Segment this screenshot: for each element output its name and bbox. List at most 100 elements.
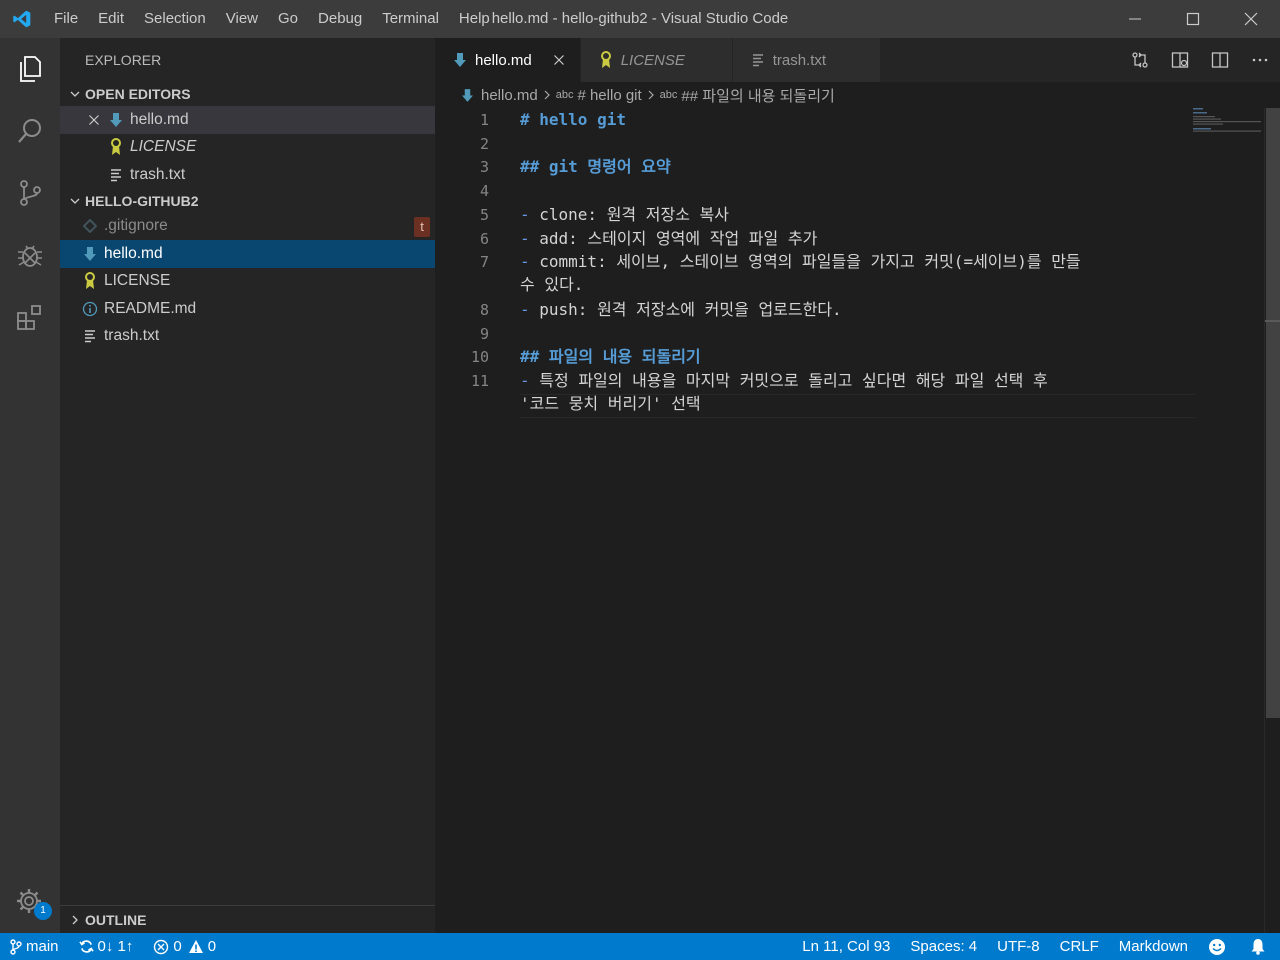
encoding-status[interactable]: UTF-8 <box>987 933 1050 960</box>
menu-edit[interactable]: Edit <box>88 0 134 38</box>
chevron-right-icon <box>646 89 656 101</box>
open-editor-item[interactable]: hello.md <box>60 106 435 134</box>
split-editor-icon <box>1211 52 1229 68</box>
menu-file[interactable]: File <box>44 0 88 38</box>
chevron-right-icon <box>66 914 84 926</box>
eol-status[interactable]: CRLF <box>1050 933 1109 960</box>
search-activity[interactable] <box>0 100 60 162</box>
file-item-hello-md[interactable]: hello.md <box>60 240 435 268</box>
line-number: 3 <box>479 158 489 176</box>
close-icon[interactable] <box>84 110 104 130</box>
menu-help[interactable]: Help <box>449 0 500 38</box>
line-number: 1 <box>479 111 489 129</box>
open-editors-header[interactable]: OPEN EDITORS <box>60 82 435 106</box>
file-item-readme[interactable]: README.md <box>60 295 435 323</box>
debug-activity[interactable] <box>0 224 60 286</box>
vertical-scrollbar[interactable] <box>1264 108 1280 933</box>
sync-icon <box>78 940 94 953</box>
extensions-activity[interactable] <box>0 286 60 348</box>
close-window-button[interactable] <box>1222 0 1280 38</box>
open-preview-button[interactable] <box>1160 38 1200 82</box>
line-number: 11 <box>470 372 489 390</box>
string-symbol-icon: abc <box>555 89 574 101</box>
text-file-icon <box>78 326 102 346</box>
explorer-activity[interactable] <box>0 38 60 100</box>
file-item-gitignore[interactable]: .gitignore t <box>60 213 435 241</box>
tab-license[interactable]: LICENSE <box>580 38 733 82</box>
tab-hello-md[interactable]: hello.md <box>435 38 581 82</box>
minimize-icon <box>1129 18 1141 20</box>
breadcrumb-symbol[interactable]: ## 파일의 내용 되돌리기 <box>681 85 834 106</box>
error-count: 0 <box>173 938 182 955</box>
open-editor-item[interactable]: LICENSE <box>60 134 435 162</box>
problems-status[interactable]: 0 0 <box>143 933 226 960</box>
breadcrumb-symbol[interactable]: # hello git <box>577 87 641 104</box>
license-icon <box>597 51 615 69</box>
files-icon <box>20 56 41 82</box>
indentation-status[interactable]: Spaces: 4 <box>900 933 987 960</box>
title-bar: File Edit Selection View Go Debug Termin… <box>0 0 1280 38</box>
tab-trash[interactable]: trash.txt <box>732 38 881 82</box>
split-editor-button[interactable] <box>1200 38 1240 82</box>
warning-count: 0 <box>207 938 217 955</box>
ellipsis-icon <box>1252 58 1268 62</box>
compare-changes-icon <box>1132 52 1148 68</box>
branch-status[interactable]: main <box>0 933 69 960</box>
line-text: ## git 명령어 요약 <box>520 157 671 176</box>
open-editor-item[interactable]: trash.txt <box>60 161 435 189</box>
line-text: commit: 세이브, 스테이브 영역의 파일들을 가지고 커밋(=세이브)를… <box>539 252 1081 271</box>
menu-selection[interactable]: Selection <box>134 0 216 38</box>
line-number: 9 <box>479 325 489 343</box>
string-symbol-icon: abc <box>659 89 678 101</box>
source-control-activity[interactable] <box>0 162 60 224</box>
tab-bar: hello.md LICENSE trash.txt <box>435 38 1280 82</box>
folder-header[interactable]: HELLO-GITHUB2 <box>60 189 435 213</box>
file-label: LICENSE <box>104 272 171 290</box>
notifications-button[interactable] <box>1240 933 1280 960</box>
feedback-button[interactable] <box>1198 933 1240 960</box>
line-number: 2 <box>479 135 489 153</box>
settings-badge: 1 <box>34 902 52 920</box>
folder-label: HELLO-GITHUB2 <box>85 192 199 209</box>
status-bar: main 0↓ 1↑ 0 0 Ln 11, Col 93 Spaces: 4 U… <box>0 933 1280 960</box>
markdown-icon <box>451 52 469 68</box>
info-icon <box>78 299 102 319</box>
more-actions-button[interactable] <box>1240 38 1280 82</box>
editor-group: hello.md LICENSE trash.txt hello.md abc … <box>435 38 1280 933</box>
file-item-license[interactable]: LICENSE <box>60 268 435 296</box>
language-mode[interactable]: Markdown <box>1109 933 1198 960</box>
license-icon <box>78 271 102 291</box>
gitignore-icon <box>78 216 102 236</box>
minimize-button[interactable] <box>1106 0 1164 38</box>
activity-bar: 1 <box>0 38 60 933</box>
menu-terminal[interactable]: Terminal <box>372 0 449 38</box>
menu-debug[interactable]: Debug <box>308 0 372 38</box>
line-text: 특정 파일의 내용을 마지막 커밋으로 돌리고 싶다면 해당 파일 선택 후 <box>539 371 1048 390</box>
file-label: hello.md <box>104 244 163 262</box>
outline-header[interactable]: OUTLINE <box>60 906 435 934</box>
line-number: 6 <box>479 230 489 248</box>
git-decoration-badge: t <box>414 216 430 237</box>
line-text-wrap: 수 있다. <box>520 275 584 294</box>
manage-activity[interactable]: 1 <box>0 870 60 932</box>
line-text: push: 원격 저장소에 커밋을 업로드한다. <box>539 300 842 319</box>
sync-status[interactable]: 0↓ 1↑ <box>69 933 144 960</box>
menu-view[interactable]: View <box>216 0 268 38</box>
scrollbar-thumb[interactable] <box>1266 108 1280 718</box>
open-changes-button[interactable] <box>1120 38 1160 82</box>
vscode-logo-icon <box>0 0 44 38</box>
close-icon[interactable] <box>548 49 570 71</box>
search-icon <box>18 119 41 143</box>
scrollbar-cursor-marker <box>1265 320 1280 322</box>
menu-go[interactable]: Go <box>268 0 308 38</box>
breadcrumb-file[interactable]: hello.md <box>481 87 538 104</box>
maximize-button[interactable] <box>1164 0 1222 38</box>
chevron-down-icon <box>66 88 84 100</box>
tab-label: LICENSE <box>620 51 685 69</box>
file-item-trash[interactable]: trash.txt <box>60 323 435 351</box>
line-number: 4 <box>479 182 489 200</box>
minimap[interactable] <box>1193 108 1263 138</box>
cursor-position[interactable]: Ln 11, Col 93 <box>792 933 900 960</box>
code-line: 3 ## git 명령어 요약 <box>435 155 1195 179</box>
outline-section[interactable]: OUTLINE <box>60 905 435 933</box>
